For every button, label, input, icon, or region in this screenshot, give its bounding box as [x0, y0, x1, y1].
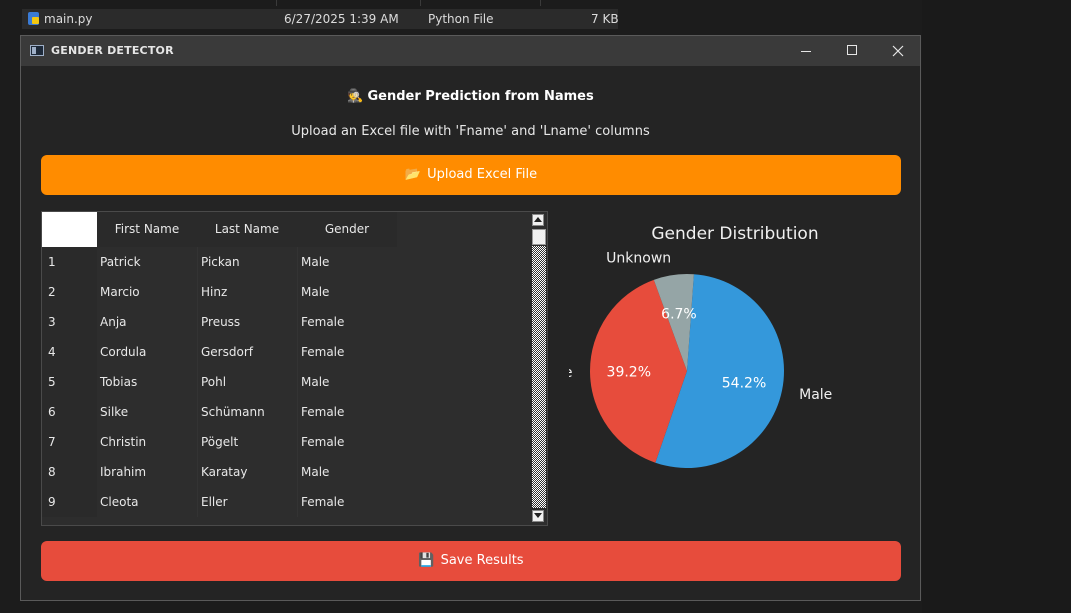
cell-first-name[interactable]: Tobias: [97, 367, 197, 397]
pie-percent-label: 39.2%: [607, 364, 651, 380]
file-name: main.py: [44, 12, 93, 26]
cell-gender[interactable]: Male: [297, 247, 397, 277]
close-button[interactable]: [875, 36, 921, 66]
background-panel: [922, 0, 1071, 613]
pie-percent-label: 54.2%: [722, 376, 766, 392]
page-heading: 🕵 Gender Prediction from Names: [21, 89, 920, 104]
close-icon: [892, 45, 904, 57]
instructions-text: Upload an Excel file with 'Fname' and 'L…: [291, 124, 650, 139]
results-table: First Name Last Name Gender 1 Patrick Pi…: [41, 211, 548, 526]
cell-first-name[interactable]: Cordula: [97, 337, 197, 367]
table-corner-header[interactable]: [42, 212, 97, 247]
pie-chart: 39.2% Female 54.2% Male 6.7% Unknown: [569, 251, 832, 468]
cell-first-name[interactable]: Ibrahim: [97, 457, 197, 487]
row-index: 7: [42, 427, 97, 457]
column-separator: [540, 0, 541, 6]
cell-gender[interactable]: Female: [297, 427, 397, 457]
pie-percent-label: 6.7%: [661, 306, 697, 322]
cell-first-name[interactable]: Christin: [97, 427, 197, 457]
cell-gender[interactable]: Female: [297, 397, 397, 427]
cell-last-name[interactable]: Gersdorf: [197, 337, 297, 367]
cell-last-name[interactable]: Preuss: [197, 307, 297, 337]
minimize-button[interactable]: [783, 36, 829, 66]
cell-first-name[interactable]: Marcio: [97, 277, 197, 307]
folder-icon: 📂: [404, 167, 422, 182]
column-header-first-name[interactable]: First Name: [97, 212, 197, 247]
cell-last-name[interactable]: Pohl: [197, 367, 297, 397]
cell-first-name[interactable]: Silke: [97, 397, 197, 427]
cell-last-name[interactable]: Pögelt: [197, 427, 297, 457]
cell-first-name[interactable]: Anja: [97, 307, 197, 337]
column-header-last-name[interactable]: Last Name: [197, 212, 297, 247]
cell-last-name[interactable]: Pickan: [197, 247, 297, 277]
title-bar[interactable]: GENDER DETECTOR: [21, 36, 920, 66]
python-file-icon: [28, 12, 39, 25]
cell-first-name[interactable]: Cleota: [97, 487, 197, 517]
cell-last-name[interactable]: Eller: [197, 487, 297, 517]
cell-last-name[interactable]: Karatay: [197, 457, 297, 487]
detective-icon: 🕵: [347, 89, 364, 104]
row-index: 8: [42, 457, 97, 487]
column-header-gender[interactable]: Gender: [297, 212, 397, 247]
column-separator: [276, 0, 277, 6]
table-empty-area: [397, 212, 530, 525]
arrow-up-icon: [534, 217, 542, 222]
table-body: 1 Patrick Pickan Male 2 Marcio Hinz Male…: [42, 247, 397, 517]
table-row[interactable]: 1 Patrick Pickan Male: [42, 247, 397, 277]
save-results-button[interactable]: 💾 Save Results: [41, 541, 901, 581]
cell-first-name[interactable]: Patrick: [97, 247, 197, 277]
table-row[interactable]: 2 Marcio Hinz Male: [42, 277, 397, 307]
table-row[interactable]: 6 Silke Schümann Female: [42, 397, 397, 427]
scroll-thumb[interactable]: [532, 229, 546, 245]
cell-gender[interactable]: Female: [297, 337, 397, 367]
table-row[interactable]: 9 Cleota Eller Female: [42, 487, 397, 517]
cell-gender[interactable]: Male: [297, 277, 397, 307]
row-index: 6: [42, 397, 97, 427]
table-row[interactable]: 4 Cordula Gersdorf Female: [42, 337, 397, 367]
window-title: GENDER DETECTOR: [51, 44, 174, 57]
vertical-scrollbar[interactable]: [530, 212, 547, 525]
cell-last-name[interactable]: Hinz: [197, 277, 297, 307]
row-index: 3: [42, 307, 97, 337]
upload-button-label: Upload Excel File: [427, 167, 538, 182]
arrow-down-icon: [534, 513, 542, 518]
cell-gender[interactable]: Male: [297, 457, 397, 487]
gender-detector-window: GENDER DETECTOR 🕵 Gender Prediction from …: [20, 35, 921, 601]
pie-category-label: Unknown: [606, 251, 671, 267]
app-window-icon: [30, 45, 44, 56]
row-index: 4: [42, 337, 97, 367]
row-index: 9: [42, 487, 97, 517]
scroll-down-button[interactable]: [532, 510, 544, 522]
cell-last-name[interactable]: Schümann: [197, 397, 297, 427]
upload-excel-button[interactable]: 📂 Upload Excel File: [41, 155, 901, 195]
pie-category-label: Male: [799, 387, 832, 403]
row-index: 5: [42, 367, 97, 397]
file-size: 7 KB: [591, 12, 619, 26]
cell-gender[interactable]: Female: [297, 307, 397, 337]
table-row[interactable]: 3 Anja Preuss Female: [42, 307, 397, 337]
floppy-disk-icon: 💾: [418, 553, 435, 568]
heading-text: Gender Prediction from Names: [367, 89, 594, 104]
scroll-up-button[interactable]: [532, 214, 544, 226]
column-separator: [420, 0, 421, 6]
gender-distribution-chart: Gender Distribution 39.2%Female54.2%Male…: [569, 206, 901, 526]
file-modified: 6/27/2025 1:39 AM: [284, 12, 399, 26]
row-index: 2: [42, 277, 97, 307]
cell-gender[interactable]: Female: [297, 487, 397, 517]
save-button-label: Save Results: [440, 553, 524, 568]
pie-category-label: Female: [569, 365, 573, 381]
table-row[interactable]: 7 Christin Pögelt Female: [42, 427, 397, 457]
file-row-main-py[interactable]: main.py 6/27/2025 1:39 AM Python File 7 …: [22, 9, 619, 29]
scroll-track[interactable]: [532, 246, 546, 508]
file-type: Python File: [428, 12, 494, 26]
table-row[interactable]: 8 Ibrahim Karatay Male: [42, 457, 397, 487]
cell-gender[interactable]: Male: [297, 367, 397, 397]
table-row[interactable]: 5 Tobias Pohl Male: [42, 367, 397, 397]
maximize-button[interactable]: [829, 36, 875, 66]
row-index: 1: [42, 247, 97, 277]
